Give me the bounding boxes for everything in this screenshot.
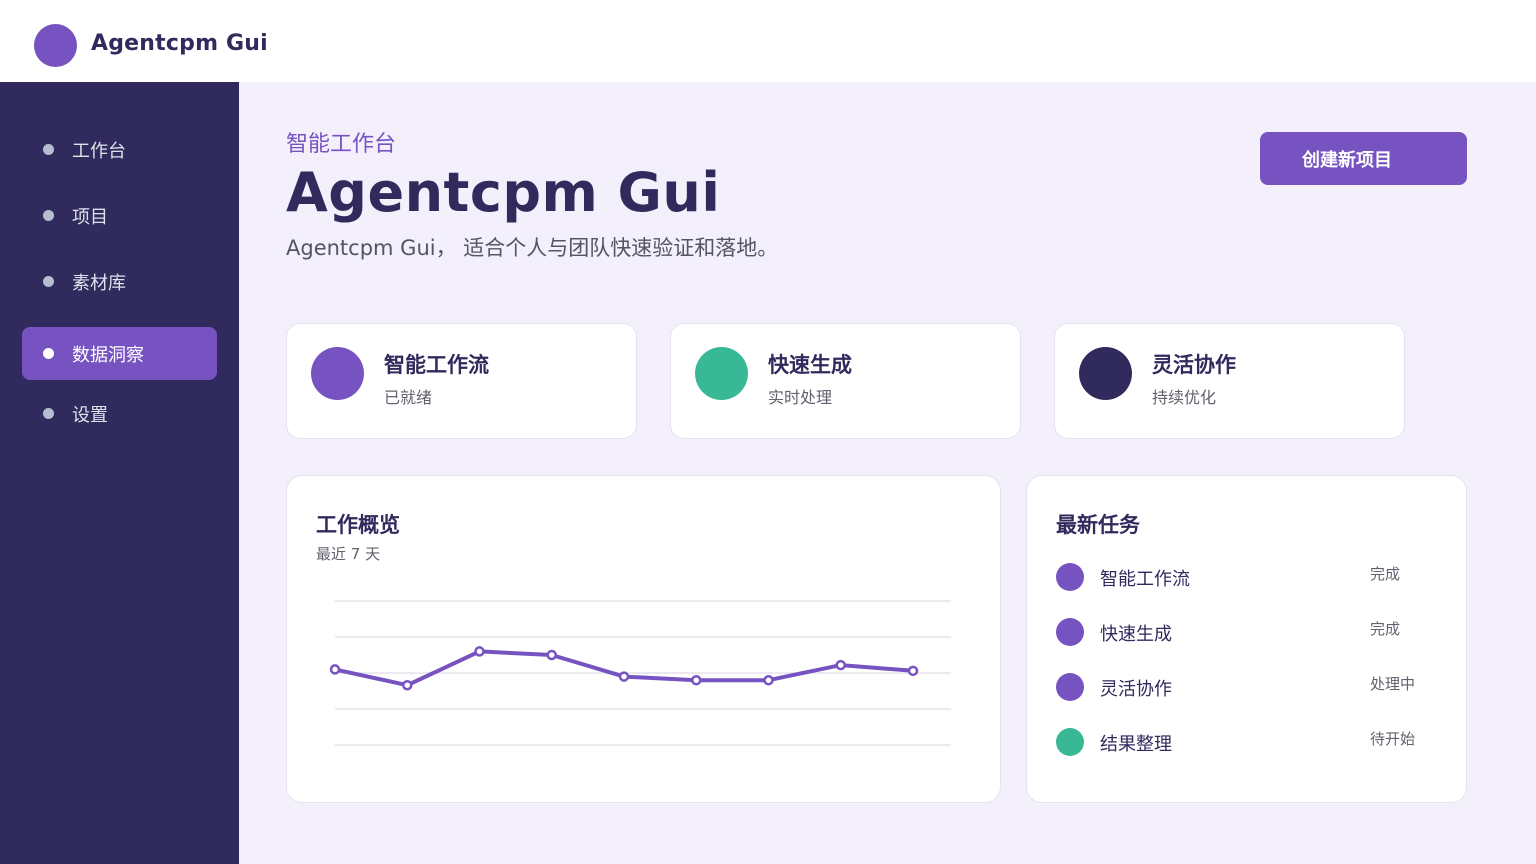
task-status: 处理中 xyxy=(1370,675,1416,693)
task-name: 快速生成 xyxy=(1100,624,1172,645)
page-title: Agentcpm Gui xyxy=(286,161,721,224)
task-row[interactable]: 快速生成 完成 xyxy=(1056,614,1436,648)
bullet-icon xyxy=(43,276,54,287)
data-point[interactable] xyxy=(907,665,919,677)
data-point[interactable] xyxy=(546,649,557,661)
task-row[interactable]: 智能工作流 完成 xyxy=(1056,559,1436,593)
data-point[interactable] xyxy=(618,671,630,682)
feature-title: 快速生成 xyxy=(768,353,852,377)
sidebar-item-label: 项目 xyxy=(72,207,108,228)
task-status: 待开始 xyxy=(1370,730,1416,748)
sidebar-item-projects[interactable]: 项目 xyxy=(22,189,217,242)
bullet-icon xyxy=(43,210,54,221)
data-point[interactable] xyxy=(329,664,341,675)
task-status-dot xyxy=(1056,673,1084,701)
task-row[interactable]: 结果整理 待开始 xyxy=(1056,724,1436,758)
task-status-dot xyxy=(1056,618,1084,646)
task-status-dot xyxy=(1056,728,1084,756)
feature-status: 持续优化 xyxy=(1152,388,1217,407)
bullet-icon xyxy=(43,348,54,359)
sidebar-item-settings[interactable]: 设置 xyxy=(22,387,217,440)
sidebar-item-assets[interactable]: 素材库 xyxy=(22,255,217,308)
task-status-dot xyxy=(1056,563,1084,591)
data-point[interactable] xyxy=(691,674,702,686)
overview-title: 工作概览 xyxy=(316,513,400,537)
data-point[interactable] xyxy=(763,674,774,686)
sidebar-item-insights[interactable]: 数据洞察 xyxy=(22,327,217,380)
feature-card-workflow[interactable]: 智能工作流 已就绪 xyxy=(286,323,637,439)
app-logo xyxy=(34,24,77,67)
sidebar: 工作台 项目 素材库 数据洞察 设置 xyxy=(0,82,239,864)
data-point[interactable] xyxy=(474,646,485,657)
feature-status: 实时处理 xyxy=(768,388,833,407)
create-project-button[interactable]: 创建新项目 xyxy=(1260,132,1467,185)
sidebar-item-label: 工作台 xyxy=(72,141,126,162)
feature-icon xyxy=(695,347,748,400)
task-name: 智能工作流 xyxy=(1100,569,1190,590)
overview-subtitle: 最近 7 天 xyxy=(316,545,381,563)
top-bar: Agentcpm Gui xyxy=(0,0,1536,82)
overview-panel: 工作概览 最近 7 天 xyxy=(286,475,1001,803)
sidebar-item-label: 素材库 xyxy=(72,273,126,294)
task-row[interactable]: 灵活协作 处理中 xyxy=(1056,669,1436,703)
tasks-title: 最新任务 xyxy=(1056,513,1140,537)
task-status: 完成 xyxy=(1370,620,1401,638)
page-subtitle: Agentcpm Gui， 适合个人与团队快速验证和落地。 xyxy=(286,236,779,260)
sidebar-item-label: 设置 xyxy=(72,405,108,426)
feature-status: 已就绪 xyxy=(384,388,433,407)
task-status: 完成 xyxy=(1370,565,1401,583)
feature-title: 灵活协作 xyxy=(1152,353,1236,377)
feature-card-collaborate[interactable]: 灵活协作 持续优化 xyxy=(1054,323,1405,439)
tasks-panel: 最新任务 智能工作流 完成 快速生成 完成 灵活协作 处理中 结果整理 待开始 xyxy=(1026,475,1467,803)
data-point[interactable] xyxy=(402,679,413,691)
bullet-icon xyxy=(43,408,54,419)
sidebar-item-workbench[interactable]: 工作台 xyxy=(22,123,217,176)
task-name: 灵活协作 xyxy=(1100,679,1172,700)
feature-card-generate[interactable]: 快速生成 实时处理 xyxy=(670,323,1021,439)
data-point[interactable] xyxy=(835,659,846,671)
bullet-icon xyxy=(43,144,54,155)
sidebar-item-label: 数据洞察 xyxy=(72,345,144,366)
feature-title: 智能工作流 xyxy=(384,353,489,377)
feature-icon xyxy=(311,347,364,400)
page-eyebrow: 智能工作台 xyxy=(286,132,397,157)
task-name: 结果整理 xyxy=(1100,734,1172,755)
feature-icon xyxy=(1079,347,1132,400)
app-title: Agentcpm Gui xyxy=(91,31,268,56)
